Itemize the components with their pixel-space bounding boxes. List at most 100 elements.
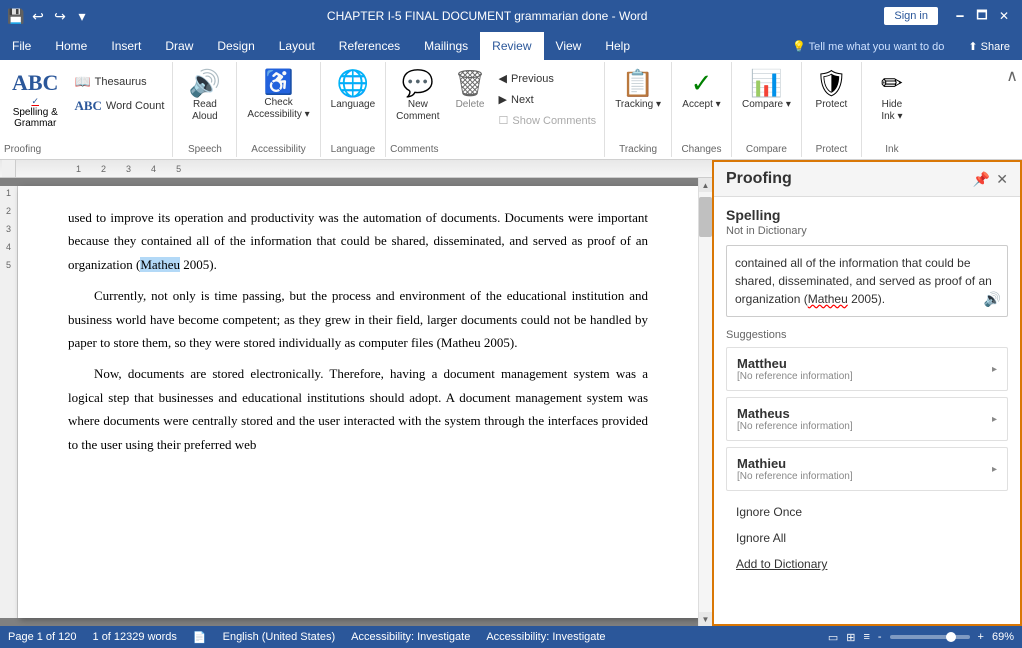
accessibility-info[interactable]: Accessibility: Investigate bbox=[351, 631, 470, 643]
menu-design[interactable]: Design bbox=[205, 32, 266, 60]
language-group: 🌐 Language Language bbox=[321, 62, 387, 157]
speaker-icon[interactable]: 🔊 bbox=[984, 289, 1001, 310]
menu-review[interactable]: Review bbox=[480, 32, 543, 60]
zoom-slider[interactable] bbox=[890, 635, 970, 639]
redo-icon[interactable]: ↪ bbox=[52, 8, 68, 24]
new-comment-label: NewComment bbox=[396, 99, 439, 123]
scroll-up-arrow[interactable]: ▲ bbox=[699, 178, 712, 192]
maximize-button[interactable]: 🗖 bbox=[972, 6, 992, 26]
accept-button[interactable]: ✓ Accept ▾ bbox=[676, 64, 726, 115]
scroll-thumb[interactable] bbox=[699, 197, 712, 237]
read-aloud-button[interactable]: 🔊 ReadAloud bbox=[183, 64, 227, 127]
menu-draw[interactable]: Draw bbox=[153, 32, 205, 60]
add-to-dictionary-button[interactable]: Add to Dictionary bbox=[726, 551, 1008, 577]
panel-close-button[interactable]: ✕ bbox=[996, 171, 1008, 188]
zoom-out-icon[interactable]: - bbox=[878, 631, 882, 643]
scroll-down-arrow[interactable]: ▼ bbox=[699, 612, 712, 626]
customize-icon[interactable]: ▾ bbox=[74, 8, 90, 24]
menu-view[interactable]: View bbox=[544, 32, 594, 60]
tracking-group: 📋 Tracking ▾ Tracking bbox=[605, 62, 672, 157]
share-button[interactable]: ⬆ Share bbox=[956, 32, 1022, 60]
window-title: CHAPTER I-5 FINAL DOCUMENT grammarian do… bbox=[90, 9, 884, 23]
suggestion-mathieu[interactable]: Mathieu [No reference information] ▸ bbox=[726, 447, 1008, 491]
delete-comment-button[interactable]: 🗑 Delete bbox=[448, 64, 493, 115]
previous-button[interactable]: ◀ Previous bbox=[495, 70, 601, 87]
content-area: 12345 1 2 3 4 5 used to improve its oper… bbox=[0, 160, 1022, 626]
page-icon: 📄 bbox=[193, 631, 207, 644]
check-accessibility-button[interactable]: ♿ CheckAccessibility ▾ bbox=[241, 64, 315, 125]
previous-label: Previous bbox=[511, 73, 554, 85]
doc-container: 12345 1 2 3 4 5 used to improve its oper… bbox=[0, 160, 712, 626]
accessibility-label: Accessibility: Investigate bbox=[486, 631, 605, 643]
suggestion-mathieu-chevron: ▸ bbox=[992, 464, 997, 475]
zoom-in-icon[interactable]: + bbox=[978, 631, 984, 643]
view-normal-icon[interactable]: ▭ bbox=[828, 631, 838, 644]
compare-group-label: Compare bbox=[746, 142, 787, 155]
page-info: Page 1 of 120 bbox=[8, 631, 77, 643]
undo-icon[interactable]: ↩ bbox=[30, 8, 46, 24]
menu-insert[interactable]: Insert bbox=[99, 32, 153, 60]
next-button[interactable]: ▶ Next bbox=[495, 91, 601, 108]
spelling-icon: ABC bbox=[12, 70, 58, 96]
tracking-button[interactable]: 📋 Tracking ▾ bbox=[609, 64, 667, 115]
spelling-section-title: Spelling bbox=[726, 207, 1008, 223]
thesaurus-button[interactable]: 📖 Thesaurus bbox=[70, 72, 168, 92]
suggestion-mathieu-ref: [No reference information] bbox=[737, 471, 853, 482]
action-buttons: Ignore Once Ignore All Add to Dictionary bbox=[726, 499, 1008, 577]
scroll-track[interactable] bbox=[699, 192, 712, 612]
language-button[interactable]: 🌐 Language bbox=[325, 64, 382, 115]
ignore-once-button[interactable]: Ignore Once bbox=[726, 499, 1008, 525]
compare-button[interactable]: 📊 Compare ▾ bbox=[736, 64, 797, 115]
menu-mailings[interactable]: Mailings bbox=[412, 32, 480, 60]
wordcount-button[interactable]: ABC Word Count bbox=[70, 96, 168, 116]
menu-help[interactable]: Help bbox=[593, 32, 642, 60]
tracking-group-label: Tracking bbox=[619, 142, 657, 155]
zoom-thumb[interactable] bbox=[946, 632, 956, 642]
hide-ink-button[interactable]: ✏ HideInk ▾ bbox=[870, 64, 914, 127]
close-button[interactable]: ✕ bbox=[994, 6, 1014, 26]
error-text-box: contained all of the information that co… bbox=[726, 245, 1008, 317]
suggestion-matheus-chevron: ▸ bbox=[992, 414, 997, 425]
show-comments-button[interactable]: ☐ Show Comments bbox=[495, 112, 601, 129]
ruler: 12345 bbox=[0, 160, 712, 178]
suggestion-mattheu-chevron: ▸ bbox=[992, 364, 997, 375]
show-comments-label: Show Comments bbox=[512, 115, 596, 127]
comments-group: 💬 NewComment 🗑 Delete ◀ Previous ▶ Next … bbox=[386, 62, 605, 157]
check-accessibility-label: CheckAccessibility ▾ bbox=[247, 97, 309, 121]
vertical-scrollbar: ▲ ▼ bbox=[698, 178, 712, 626]
save-icon[interactable]: 💾 bbox=[8, 8, 24, 24]
ignore-all-button[interactable]: Ignore All bbox=[726, 525, 1008, 551]
panel-title: Proofing bbox=[726, 170, 792, 188]
hide-ink-icon: ✏ bbox=[881, 68, 903, 99]
menu-references[interactable]: References bbox=[327, 32, 412, 60]
language-label: Language bbox=[331, 99, 376, 111]
doc-with-scroll: 1 2 3 4 5 used to improve its operation … bbox=[0, 178, 712, 626]
menu-file[interactable]: File bbox=[0, 32, 43, 60]
speech-group-label: Speech bbox=[188, 142, 222, 155]
accept-label: Accept ▾ bbox=[682, 99, 720, 111]
minimize-button[interactable]: 🗕 bbox=[950, 6, 970, 26]
panel-pin-button[interactable]: 📌 bbox=[973, 171, 990, 188]
word-count-info: 1 of 12329 words bbox=[93, 631, 177, 643]
language-info: English (United States) bbox=[223, 631, 336, 643]
view-web-icon[interactable]: ⊞ bbox=[846, 631, 855, 644]
zoom-level[interactable]: 69% bbox=[992, 631, 1014, 643]
menu-bar: File Home Insert Draw Design Layout Refe… bbox=[0, 32, 1022, 60]
menu-layout[interactable]: Layout bbox=[267, 32, 327, 60]
suggestion-mattheu-ref: [No reference information] bbox=[737, 371, 853, 382]
new-comment-button[interactable]: 💬 NewComment bbox=[390, 64, 445, 127]
suggestion-mattheu[interactable]: Mattheu [No reference information] ▸ bbox=[726, 347, 1008, 391]
delete-comment-label: Delete bbox=[456, 99, 485, 111]
protect-button[interactable]: 🛡 Protect bbox=[809, 64, 854, 115]
changes-group-label: Changes bbox=[681, 142, 721, 155]
ribbon-collapse-button[interactable]: ∧ bbox=[1006, 66, 1018, 86]
suggestion-matheus[interactable]: Matheus [No reference information] ▸ bbox=[726, 397, 1008, 441]
signin-button[interactable]: Sign in bbox=[884, 7, 938, 25]
thesaurus-label: Thesaurus bbox=[95, 76, 147, 88]
language-group-label: Language bbox=[331, 142, 376, 155]
spelling-grammar-button[interactable]: ABC ✓ Spelling &Grammar bbox=[4, 64, 66, 135]
tell-me-box[interactable]: 💡 Tell me what you want to do bbox=[780, 32, 956, 60]
view-read-icon[interactable]: ≡ bbox=[863, 631, 869, 643]
menu-home[interactable]: Home bbox=[43, 32, 99, 60]
read-aloud-label: ReadAloud bbox=[192, 99, 218, 123]
